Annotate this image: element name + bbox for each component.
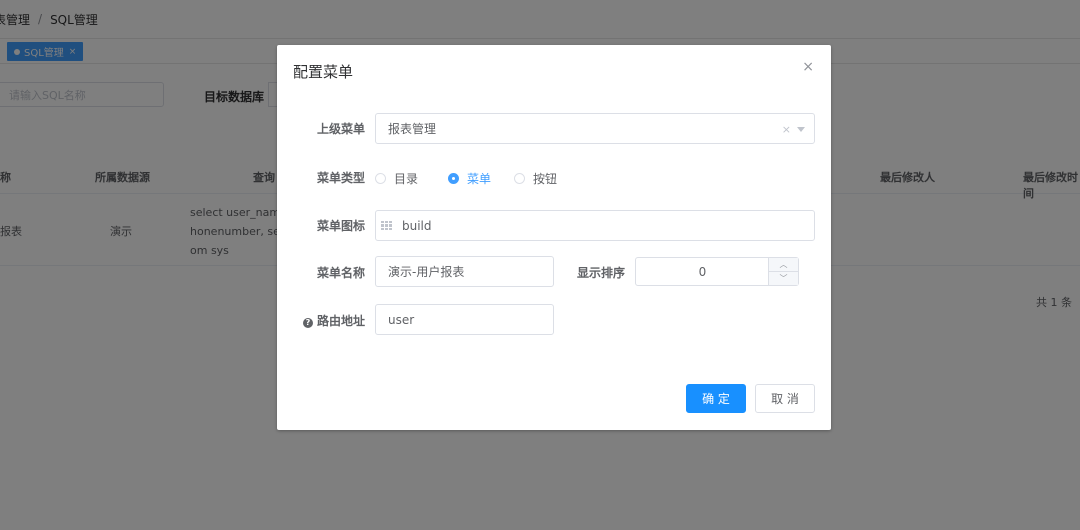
chevron-up-icon[interactable]: ︿ [769,258,798,272]
grid-icon [381,221,392,230]
radio-label: 菜单 [467,172,492,186]
question-circle-icon[interactable]: ? [302,317,313,328]
stepper-buttons: ︿ ﹀ [768,258,798,285]
radio-circle-icon [514,173,526,184]
radio-directory[interactable]: 目录 [375,170,418,187]
sort-order-label: 显示排序 [576,266,625,280]
menu-icon-value: build [402,218,432,233]
app-page: 表管理 / SQL管理 SQL管理 × 请输入SQL名称 目标数据库 称 所属数… [0,0,1080,530]
route-label-wrap: ? 路由地址 [297,312,365,329]
menu-type-radio-group: 目录 菜单 按钮 [375,170,577,187]
route-value: user [388,312,415,327]
cancel-button[interactable]: 取 消 [755,384,815,413]
radio-circle-icon [375,173,386,184]
clear-icon[interactable]: × [782,123,791,136]
radio-checked-icon [448,173,460,184]
route-input[interactable]: user [375,304,554,335]
parent-menu-label: 上级菜单 [316,122,365,136]
sort-order-value[interactable]: 0 [636,258,769,285]
chevron-down-icon [797,127,805,132]
radio-label: 目录 [394,172,419,186]
menu-name-label: 菜单名称 [316,266,365,280]
dialog-title: 配置菜单 [293,63,354,81]
menu-icon-input[interactable]: build [375,210,815,241]
radio-menu[interactable]: 菜单 [448,170,491,187]
radio-button[interactable]: 按钮 [514,170,557,187]
parent-menu-value: 报表管理 [388,122,437,136]
confirm-button[interactable]: 确 定 [686,384,746,413]
route-label: 路由地址 [316,314,365,328]
sort-order-stepper[interactable]: 0 ︿ ﹀ [635,257,799,286]
menu-name-input[interactable]: 演示-用户报表 [375,256,554,287]
chevron-down-icon[interactable]: ﹀ [769,272,798,285]
radio-label: 按钮 [533,172,558,186]
config-menu-dialog: 配置菜单 × 上级菜单 报表管理 × 菜单类型 目录 菜单 按钮 菜单图标 bu… [277,45,831,430]
menu-name-value: 演示-用户报表 [388,265,465,279]
menu-icon-label: 菜单图标 [316,219,365,233]
menu-type-label: 菜单类型 [316,171,365,185]
close-icon[interactable]: × [802,59,814,75]
parent-menu-select[interactable]: 报表管理 × [375,113,815,144]
